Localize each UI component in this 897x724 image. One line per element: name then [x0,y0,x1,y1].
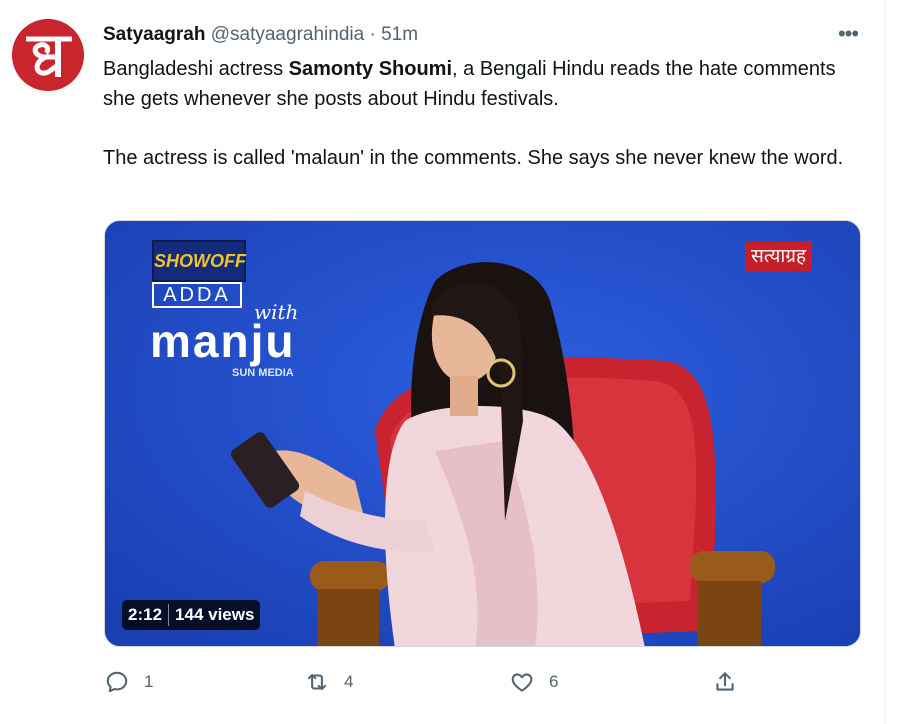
heart-icon [511,673,533,692]
retweet-count: 4 [344,672,354,691]
timeline-border [885,0,886,724]
showoff-logo: SHOWOFF [152,240,246,282]
divider [168,604,170,626]
video-views: 144 views [175,605,255,624]
channel-logo: सत्याग्रह [745,241,813,271]
retweet-icon [307,673,327,691]
share-icon [716,672,734,691]
reply-button[interactable]: 1 [104,668,153,696]
display-name[interactable]: Satyaagrah [103,24,205,45]
adda-logo: ADDA [152,282,242,308]
avatar[interactable] [12,19,84,91]
tweet[interactable]: Satyaagrah @satyaagrahindia · 51m ••• Ba… [0,0,885,724]
tweet-actions: 1 4 6 [104,668,864,696]
tweet-text: Bangladeshi actress Samonty Shoumi, a Be… [103,54,853,173]
separator-dot: · [369,24,376,45]
handle[interactable]: @satyaagrahindia [211,24,364,45]
video-duration: 2:12 [128,605,163,624]
tweet-paragraph-2: The actress is called 'malaun' in the co… [103,147,844,169]
reply-icon [106,671,128,693]
like-count: 6 [549,672,559,691]
video-info-pill: 2:12 144 views [122,600,261,630]
like-button[interactable]: 6 [509,668,558,696]
reply-count: 1 [144,672,154,691]
text-bold-name: Samonty Shoumi [288,58,453,80]
tweet-header: Satyaagrah @satyaagrahindia · 51m [103,22,418,48]
more-options-icon[interactable]: ••• [833,21,863,46]
text-segment: Bangladeshi actress [103,58,289,80]
sun-media-label: SUN MEDIA [232,367,294,379]
tweet-paragraph-1: Bangladeshi actress Samonty Shoumi, a Be… [103,54,853,114]
retweet-button[interactable]: 4 [304,668,353,696]
manju-logo: manju [150,315,296,367]
timestamp[interactable]: 51m [381,24,418,45]
share-button[interactable] [712,668,738,696]
